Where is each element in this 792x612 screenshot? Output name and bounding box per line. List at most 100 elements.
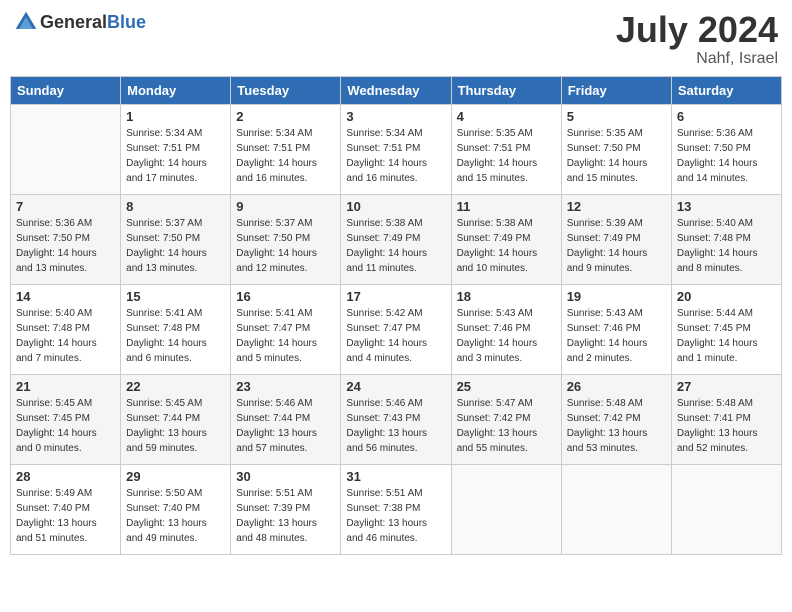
day-number: 4 [457, 109, 556, 124]
calendar-cell: 17 Sunrise: 5:42 AMSunset: 7:47 PMDayligh… [341, 284, 451, 374]
day-number: 22 [126, 379, 225, 394]
day-info: Sunrise: 5:43 AMSunset: 7:46 PMDaylight:… [457, 306, 556, 366]
day-number: 25 [457, 379, 556, 394]
calendar-cell: 10 Sunrise: 5:38 AMSunset: 7:49 PMDayligh… [341, 194, 451, 284]
calendar-cell: 5 Sunrise: 5:35 AMSunset: 7:50 PMDaylight… [561, 104, 671, 194]
day-info: Sunrise: 5:36 AMSunset: 7:50 PMDaylight:… [677, 126, 776, 186]
day-info: Sunrise: 5:46 AMSunset: 7:44 PMDaylight:… [236, 396, 335, 456]
calendar-cell: 15 Sunrise: 5:41 AMSunset: 7:48 PMDayligh… [121, 284, 231, 374]
calendar-cell: 27Sunrise: 5:48 AMSunset: 7:41 PMDayligh… [671, 374, 781, 464]
calendar-cell: 30Sunrise: 5:51 AMSunset: 7:39 PMDayligh… [231, 464, 341, 554]
month-title: July 2024 [616, 10, 778, 50]
calendar-cell: 21Sunrise: 5:45 AMSunset: 7:45 PMDayligh… [11, 374, 121, 464]
day-info: Sunrise: 5:51 AMSunset: 7:39 PMDaylight:… [236, 486, 335, 546]
day-number: 14 [16, 289, 115, 304]
calendar-cell: 14 Sunrise: 5:40 AMSunset: 7:48 PMDayligh… [11, 284, 121, 374]
day-info: Sunrise: 5:38 AMSunset: 7:49 PMDaylight:… [346, 216, 445, 276]
calendar-cell: 12 Sunrise: 5:39 AMSunset: 7:49 PMDayligh… [561, 194, 671, 284]
day-number: 3 [346, 109, 445, 124]
location-title: Nahf, Israel [616, 50, 778, 68]
weekday-header-friday: Friday [561, 76, 671, 104]
day-number: 21 [16, 379, 115, 394]
calendar-cell [451, 464, 561, 554]
logo-text: GeneralBlue [40, 12, 146, 33]
day-info: Sunrise: 5:40 AMSunset: 7:48 PMDaylight:… [677, 216, 776, 276]
day-number: 17 [346, 289, 445, 304]
calendar-cell: 18 Sunrise: 5:43 AMSunset: 7:46 PMDayligh… [451, 284, 561, 374]
calendar-cell: 11 Sunrise: 5:38 AMSunset: 7:49 PMDayligh… [451, 194, 561, 284]
weekday-header-wednesday: Wednesday [341, 76, 451, 104]
day-number: 26 [567, 379, 666, 394]
weekday-header-row: SundayMondayTuesdayWednesdayThursdayFrid… [11, 76, 782, 104]
day-info: Sunrise: 5:34 AMSunset: 7:51 PMDaylight:… [236, 126, 335, 186]
day-number: 31 [346, 469, 445, 484]
logo-icon [14, 10, 38, 34]
day-number: 10 [346, 199, 445, 214]
day-number: 12 [567, 199, 666, 214]
calendar-cell: 22 Sunrise: 5:45 AMSunset: 7:44 PMDayligh… [121, 374, 231, 464]
day-info: Sunrise: 5:41 AMSunset: 7:48 PMDaylight:… [126, 306, 225, 366]
day-number: 20 [677, 289, 776, 304]
calendar-cell: 28Sunrise: 5:49 AMSunset: 7:40 PMDayligh… [11, 464, 121, 554]
calendar-cell: 6Sunrise: 5:36 AMSunset: 7:50 PMDaylight… [671, 104, 781, 194]
day-number: 19 [567, 289, 666, 304]
weekday-header-saturday: Saturday [671, 76, 781, 104]
day-number: 7 [16, 199, 115, 214]
calendar-cell [561, 464, 671, 554]
day-number: 11 [457, 199, 556, 214]
week-row-4: 21Sunrise: 5:45 AMSunset: 7:45 PMDayligh… [11, 374, 782, 464]
day-info: Sunrise: 5:39 AMSunset: 7:49 PMDaylight:… [567, 216, 666, 276]
day-info: Sunrise: 5:37 AMSunset: 7:50 PMDaylight:… [236, 216, 335, 276]
calendar-cell: 1Sunrise: 5:34 AMSunset: 7:51 PMDaylight… [121, 104, 231, 194]
day-info: Sunrise: 5:50 AMSunset: 7:40 PMDaylight:… [126, 486, 225, 546]
day-info: Sunrise: 5:38 AMSunset: 7:49 PMDaylight:… [457, 216, 556, 276]
day-number: 24 [346, 379, 445, 394]
calendar-cell: 8 Sunrise: 5:37 AMSunset: 7:50 PMDaylight… [121, 194, 231, 284]
day-info: Sunrise: 5:41 AMSunset: 7:47 PMDaylight:… [236, 306, 335, 366]
week-row-2: 7 Sunrise: 5:36 AMSunset: 7:50 PMDaylight… [11, 194, 782, 284]
calendar-cell: 29 Sunrise: 5:50 AMSunset: 7:40 PMDayligh… [121, 464, 231, 554]
day-number: 2 [236, 109, 335, 124]
week-row-1: 1 Sunrise: 5:34 AMSunset: 7:51 PMDaylight… [11, 104, 782, 194]
calendar-cell: 9 Sunrise: 5:37 AMSunset: 7:50 PMDaylight… [231, 194, 341, 284]
calendar-cell: 16Sunrise: 5:41 AMSunset: 7:47 PMDayligh… [231, 284, 341, 374]
calendar-table: SundayMondayTuesdayWednesdayThursdayFrid… [10, 76, 782, 555]
day-number: 9 [236, 199, 335, 214]
calendar-cell: 23 Sunrise: 5:46 AMSunset: 7:44 PMDayligh… [231, 374, 341, 464]
day-number: 18 [457, 289, 556, 304]
calendar-cell: 25Sunrise: 5:47 AMSunset: 7:42 PMDayligh… [451, 374, 561, 464]
day-info: Sunrise: 5:48 AMSunset: 7:42 PMDaylight:… [567, 396, 666, 456]
day-number: 29 [126, 469, 225, 484]
day-info: Sunrise: 5:43 AMSunset: 7:46 PMDaylight:… [567, 306, 666, 366]
day-number: 8 [126, 199, 225, 214]
day-info: Sunrise: 5:42 AMSunset: 7:47 PMDaylight:… [346, 306, 445, 366]
calendar-cell: 3 Sunrise: 5:34 AMSunset: 7:51 PMDaylight… [341, 104, 451, 194]
day-info: Sunrise: 5:46 AMSunset: 7:43 PMDaylight:… [346, 396, 445, 456]
weekday-header-sunday: Sunday [11, 76, 121, 104]
day-info: Sunrise: 5:35 AMSunset: 7:50 PMDaylight:… [567, 126, 666, 186]
day-number: 5 [567, 109, 666, 124]
calendar-cell: 20Sunrise: 5:44 AMSunset: 7:45 PMDayligh… [671, 284, 781, 374]
calendar-cell: 19 Sunrise: 5:43 AMSunset: 7:46 PMDayligh… [561, 284, 671, 374]
day-number: 13 [677, 199, 776, 214]
calendar-cell: 13 Sunrise: 5:40 AMSunset: 7:48 PMDayligh… [671, 194, 781, 284]
calendar-cell [671, 464, 781, 554]
weekday-header-tuesday: Tuesday [231, 76, 341, 104]
logo: GeneralBlue [14, 10, 146, 34]
calendar-cell: 7 Sunrise: 5:36 AMSunset: 7:50 PMDaylight… [11, 194, 121, 284]
day-number: 23 [236, 379, 335, 394]
calendar-cell: 31Sunrise: 5:51 AMSunset: 7:38 PMDayligh… [341, 464, 451, 554]
day-info: Sunrise: 5:40 AMSunset: 7:48 PMDaylight:… [16, 306, 115, 366]
day-info: Sunrise: 5:36 AMSunset: 7:50 PMDaylight:… [16, 216, 115, 276]
day-info: Sunrise: 5:45 AMSunset: 7:44 PMDaylight:… [126, 396, 225, 456]
day-number: 1 [126, 109, 225, 124]
calendar-cell: 26 Sunrise: 5:48 AMSunset: 7:42 PMDayligh… [561, 374, 671, 464]
title-block: July 2024 Nahf, Israel [616, 10, 778, 68]
calendar-cell [11, 104, 121, 194]
day-info: Sunrise: 5:34 AMSunset: 7:51 PMDaylight:… [346, 126, 445, 186]
page-header: GeneralBlue July 2024 Nahf, Israel [10, 10, 782, 68]
day-info: Sunrise: 5:37 AMSunset: 7:50 PMDaylight:… [126, 216, 225, 276]
weekday-header-monday: Monday [121, 76, 231, 104]
calendar-cell: 4Sunrise: 5:35 AMSunset: 7:51 PMDaylight… [451, 104, 561, 194]
day-number: 15 [126, 289, 225, 304]
